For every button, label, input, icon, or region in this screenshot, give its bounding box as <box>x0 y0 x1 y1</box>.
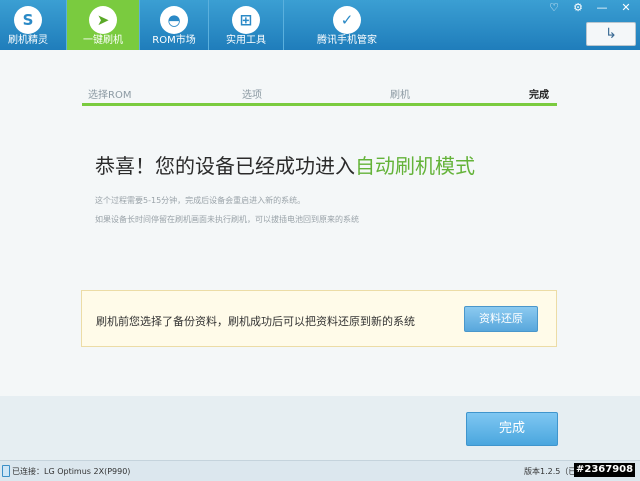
nav-tab-label: 刷机精灵 <box>8 35 48 46</box>
nav-tab-label: 腾讯手机管家 <box>317 35 377 46</box>
step-complete: 完成 <box>529 90 549 101</box>
phone-icon <box>2 465 10 477</box>
notice-text: 刷机前您选择了备份资料，刷机成功后可以把资料还原到新的系统 <box>96 315 415 328</box>
page-title: 恭喜！您的设备已经成功进入自动刷机模式 <box>95 150 475 179</box>
nav-tab-tencent-manager[interactable]: ✓ 腾讯手机管家 <box>284 0 410 50</box>
description-line: 如果设备长时间停留在刷机画面未执行刷机，可以拔插电池回到原来的系统 <box>95 215 359 224</box>
version-label: 版本1.2.5（已 <box>524 467 577 476</box>
step-options: 选项 <box>242 90 262 101</box>
top-navigation-bar: S 刷机精灵 ➤ 一键刷机 ◓ ROM市场 ⊞ 实用工具 ✓ 腾讯手机管家 ♡ … <box>0 0 640 50</box>
status-bar: 已连接：LG Optimus 2X(P990) 版本1.2.5（已 <box>0 460 640 481</box>
nav-tab-rom-market[interactable]: ◓ ROM市场 <box>140 0 208 50</box>
android-icon: ◓ <box>160 6 188 34</box>
minimize-icon[interactable]: — <box>592 0 612 16</box>
back-button[interactable]: ↳ <box>586 22 636 46</box>
shuaji-logo-icon: S <box>14 6 42 34</box>
return-arrow-icon: ↳ <box>605 26 617 42</box>
title-prefix: 恭喜！您的设备已经成功进入 <box>95 154 355 178</box>
nav-tab-label: ROM市场 <box>152 35 196 46</box>
step-progress-bar <box>82 103 557 106</box>
step-flash: 刷机 <box>390 90 410 101</box>
feedback-icon[interactable]: ♡ <box>544 0 564 16</box>
nav-tab-shuaji-jingling[interactable]: S 刷机精灵 <box>0 0 56 50</box>
tools-grid-icon: ⊞ <box>232 6 260 34</box>
nav-tab-tools[interactable]: ⊞ 实用工具 <box>209 0 283 50</box>
shield-icon: ✓ <box>333 6 361 34</box>
close-icon[interactable]: ✕ <box>616 0 636 16</box>
nav-tab-label: 实用工具 <box>226 35 266 46</box>
restore-data-button[interactable]: 资料还原 <box>464 306 538 332</box>
step-select-rom: 选择ROM <box>88 90 132 101</box>
description-line: 这个过程需要5-15分钟，完成后设备会重启进入新的系统。 <box>95 196 306 205</box>
done-button[interactable]: 完成 <box>466 412 558 446</box>
connection-status: 已连接：LG Optimus 2X(P990) <box>12 467 131 476</box>
backup-notice: 刷机前您选择了备份资料，刷机成功后可以把资料还原到新的系统 资料还原 <box>81 290 557 347</box>
watermark: #2367908 <box>574 463 636 477</box>
settings-icon[interactable]: ⚙ <box>568 0 588 16</box>
footer-panel: 完成 <box>0 396 640 460</box>
nav-tab-label: 一键刷机 <box>83 35 123 46</box>
cursor-arrow-icon: ➤ <box>89 6 117 34</box>
title-highlight: 自动刷机模式 <box>355 154 475 178</box>
nav-tab-one-click-flash[interactable]: ➤ 一键刷机 <box>67 0 139 50</box>
